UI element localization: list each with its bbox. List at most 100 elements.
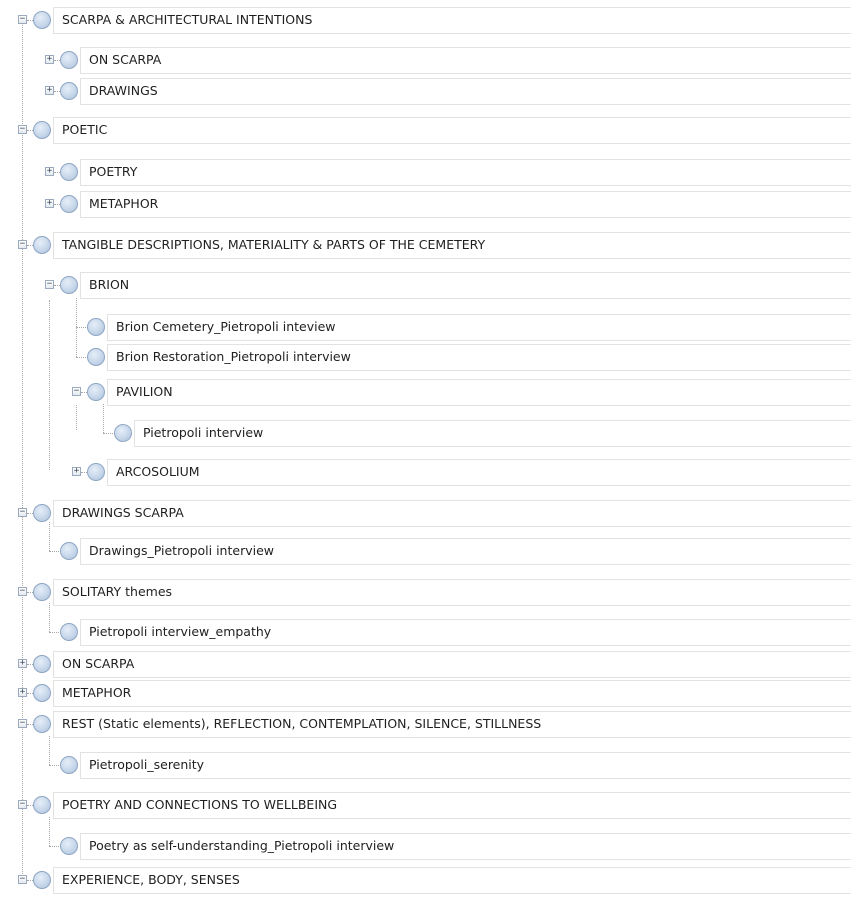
tree-connector-line bbox=[76, 405, 77, 430]
tree-node-label: SCARPA & ARCHITECTURAL INTENTIONS bbox=[62, 12, 313, 27]
tree-row[interactable]: Brion Cemetery_Pietropoli inteview bbox=[0, 298, 851, 342]
node-circle-icon bbox=[60, 837, 78, 855]
collapse-toggle-icon[interactable]: − bbox=[18, 15, 27, 24]
tree-node-label: Pietropoli_serenity bbox=[89, 757, 205, 772]
tree-node-label: EXPERIENCE, BODY, SENSES bbox=[62, 872, 240, 887]
tree-row[interactable]: − DRAWINGS SCARPA bbox=[0, 498, 851, 528]
node-circle-icon bbox=[87, 383, 105, 401]
collapse-toggle-icon[interactable]: − bbox=[18, 125, 27, 134]
tree-node-label: POETRY bbox=[89, 164, 138, 179]
tree-connector-line bbox=[49, 817, 50, 846]
node-circle-icon bbox=[87, 463, 105, 481]
tree-row[interactable]: Pietropoli_serenity bbox=[0, 736, 851, 780]
node-tree: − SCARPA & ARCHITECTURAL INTENTIONS + ON SC… bbox=[0, 0, 851, 911]
tree-row[interactable]: − PAVILION bbox=[0, 377, 851, 407]
tree-row[interactable]: Pietropoli interview_empathy bbox=[0, 603, 851, 647]
collapse-toggle-icon[interactable]: − bbox=[72, 387, 81, 396]
collapse-toggle-icon[interactable]: − bbox=[18, 800, 27, 809]
tree-row[interactable]: + ON SCARPA bbox=[0, 649, 851, 679]
collapse-toggle-icon[interactable]: − bbox=[45, 280, 54, 289]
tree-node-label: POETRY AND CONNECTIONS TO WELLBEING bbox=[62, 797, 338, 812]
node-circle-icon bbox=[60, 276, 78, 294]
tree-row[interactable]: − BRION bbox=[0, 270, 851, 300]
node-circle-icon bbox=[87, 318, 105, 336]
tree-node-label: Pietropoli interview bbox=[143, 425, 264, 440]
tree-row-box bbox=[53, 651, 851, 678]
tree-row[interactable]: Poetry as self-understanding_Pietropoli … bbox=[0, 817, 851, 861]
expand-toggle-icon[interactable]: + bbox=[18, 688, 27, 697]
tree-row[interactable]: Pietropoli interview bbox=[0, 404, 851, 448]
node-circle-icon bbox=[60, 756, 78, 774]
node-circle-icon bbox=[60, 163, 78, 181]
node-circle-icon bbox=[33, 11, 51, 29]
tree-connector-line bbox=[76, 328, 77, 357]
tree-row[interactable]: − REST (Static elements), REFLECTION, CON… bbox=[0, 709, 851, 739]
expand-toggle-icon[interactable]: + bbox=[18, 659, 27, 668]
collapse-toggle-icon[interactable]: − bbox=[18, 875, 27, 884]
tree-row-box bbox=[53, 680, 851, 707]
tree-connector-line bbox=[103, 404, 104, 433]
tree-node-label: Brion Restoration_Pietropoli interview bbox=[116, 349, 351, 364]
tree-node-label: DRAWINGS bbox=[89, 83, 158, 98]
collapse-toggle-icon[interactable]: − bbox=[18, 240, 27, 249]
tree-row[interactable]: Drawings_Pietropoli interview bbox=[0, 522, 851, 566]
tree-row[interactable]: − POETRY AND CONNECTIONS TO WELLBEING bbox=[0, 790, 851, 820]
node-circle-icon bbox=[87, 348, 105, 366]
tree-row[interactable]: + METAPHOR bbox=[0, 678, 851, 708]
tree-node-label: REST (Static elements), REFLECTION, CONT… bbox=[62, 716, 542, 731]
tree-node-label: POETIC bbox=[62, 122, 108, 137]
node-circle-icon bbox=[33, 583, 51, 601]
node-circle-icon bbox=[33, 796, 51, 814]
node-circle-icon bbox=[33, 504, 51, 522]
collapse-toggle-icon[interactable]: − bbox=[18, 719, 27, 728]
expand-toggle-icon[interactable]: + bbox=[45, 167, 54, 176]
node-circle-icon bbox=[114, 424, 132, 442]
tree-row[interactable]: − EXPERIENCE, BODY, SENSES bbox=[0, 865, 851, 895]
tree-row-box bbox=[80, 159, 851, 186]
tree-node-label: Brion Cemetery_Pietropoli inteview bbox=[116, 319, 336, 334]
node-circle-icon bbox=[60, 542, 78, 560]
tree-node-label: Drawings_Pietropoli interview bbox=[89, 543, 274, 558]
node-circle-icon bbox=[33, 655, 51, 673]
tree-row[interactable]: + POETRY bbox=[0, 157, 851, 187]
tree-row[interactable]: − POETIC bbox=[0, 115, 851, 145]
node-circle-icon bbox=[33, 236, 51, 254]
expand-toggle-icon[interactable]: + bbox=[45, 86, 54, 95]
tree-connector-line bbox=[49, 522, 50, 551]
tree-node-label: ARCOSOLIUM bbox=[116, 464, 200, 479]
tree-node-label: Pietropoli interview_empathy bbox=[89, 624, 272, 639]
tree-row-box bbox=[107, 459, 851, 486]
expand-toggle-icon[interactable]: + bbox=[45, 199, 54, 208]
tree-row[interactable]: Brion Restoration_Pietropoli interview bbox=[0, 328, 851, 372]
tree-row-box bbox=[80, 191, 851, 218]
tree-row[interactable]: + METAPHOR bbox=[0, 189, 851, 219]
tree-node-label: METAPHOR bbox=[89, 196, 159, 211]
node-circle-icon bbox=[33, 684, 51, 702]
collapse-toggle-icon[interactable]: − bbox=[18, 587, 27, 596]
tree-row-box bbox=[80, 47, 851, 74]
node-circle-icon bbox=[60, 195, 78, 213]
node-circle-icon bbox=[60, 82, 78, 100]
tree-node-label: Poetry as self-understanding_Pietropoli … bbox=[89, 838, 395, 853]
tree-connector-line bbox=[49, 300, 50, 470]
tree-connector-line bbox=[49, 603, 50, 632]
tree-node-label: BRION bbox=[89, 277, 130, 292]
tree-row[interactable]: + ON SCARPA bbox=[0, 45, 851, 75]
tree-node-label: TANGIBLE DESCRIPTIONS, MATERIALITY & PAR… bbox=[62, 237, 486, 252]
collapse-toggle-icon[interactable]: − bbox=[18, 508, 27, 517]
tree-row[interactable]: − SOLITARY themes bbox=[0, 577, 851, 607]
tree-node-label: METAPHOR bbox=[62, 685, 132, 700]
tree-row[interactable]: + ARCOSOLIUM bbox=[0, 457, 851, 487]
tree-row[interactable]: − TANGIBLE DESCRIPTIONS, MATERIALITY & PA… bbox=[0, 230, 851, 260]
expand-toggle-icon[interactable]: + bbox=[72, 467, 81, 476]
tree-row-box bbox=[107, 379, 851, 406]
node-circle-icon bbox=[60, 623, 78, 641]
tree-node-label: ON SCARPA bbox=[62, 656, 135, 671]
tree-node-label: SOLITARY themes bbox=[62, 584, 173, 599]
tree-row[interactable]: + DRAWINGS bbox=[0, 76, 851, 106]
expand-toggle-icon[interactable]: + bbox=[45, 55, 54, 64]
tree-connector-line bbox=[49, 736, 50, 765]
tree-row-box bbox=[80, 78, 851, 105]
tree-row[interactable]: − SCARPA & ARCHITECTURAL INTENTIONS bbox=[0, 5, 851, 35]
tree-node-label: ON SCARPA bbox=[89, 52, 162, 67]
